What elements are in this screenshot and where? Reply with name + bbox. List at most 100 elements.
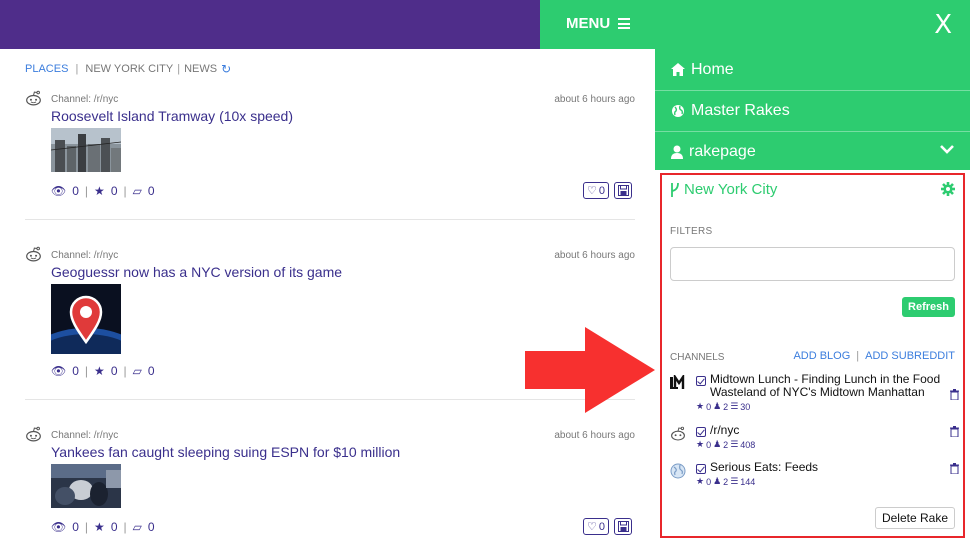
channel-item: Midtown Lunch - Finding Lunch in the Foo…: [670, 373, 959, 415]
channel-name[interactable]: /r/nyc: [710, 424, 950, 437]
add-links-separator: |: [856, 350, 860, 362]
post-title[interactable]: Yankees fan caught sleeping suing ESPN f…: [51, 444, 400, 460]
breadcrumb-city[interactable]: NEW YORK CITY: [85, 63, 173, 75]
breadcrumb-separator: |: [72, 63, 82, 75]
stats-divider: |: [123, 364, 127, 378]
share-icon: ▱: [132, 184, 142, 198]
post-item: Channel: /r/nyc about 6 hours ago Roosev…: [25, 90, 635, 205]
post-time: about 6 hours ago: [554, 430, 635, 441]
channel-checkbox[interactable]: [696, 464, 706, 474]
trash-icon[interactable]: [950, 463, 959, 474]
users-count: 2: [723, 401, 729, 412]
globe-icon: [672, 105, 684, 117]
items-count: 408: [740, 439, 756, 450]
channel-name[interactable]: Serious Eats: Feeds: [710, 461, 950, 474]
share-icon: ▱: [132, 520, 142, 534]
trash-icon[interactable]: [950, 426, 959, 437]
hamburger-icon: [618, 18, 631, 29]
floppy-icon: [617, 521, 629, 532]
user-icon: [671, 145, 683, 159]
stats-divider: |: [123, 184, 127, 198]
stats-divider: |: [84, 364, 89, 378]
gear-icon[interactable]: [941, 182, 955, 196]
post-stats: 👁︎ 0 | ★ 0 | ▱ 0: [51, 520, 155, 534]
add-blog-link[interactable]: ADD BLOG: [793, 350, 850, 362]
stars-count: 0: [706, 439, 712, 450]
likes-count: 0: [598, 184, 605, 197]
post-thumbnail[interactable]: [51, 284, 121, 354]
reddit-icon: [26, 90, 41, 106]
nav-home[interactable]: Home: [655, 49, 970, 90]
share-icon: ▱: [132, 364, 142, 378]
channel-name[interactable]: Midtown Lunch - Finding Lunch in the Foo…: [710, 373, 950, 399]
shares-count: 0: [147, 364, 155, 378]
post-stats: 👁︎ 0 | ★ 0 | ▱ 0: [51, 184, 155, 198]
users-icon: ♟: [713, 439, 722, 449]
channel-checkbox[interactable]: [696, 376, 706, 386]
stats-divider: |: [84, 520, 89, 534]
post-title[interactable]: Geoguessr now has a NYC version of its g…: [51, 264, 342, 280]
channel-stats: ★ 0 ♟ 2 ☰ 30: [696, 401, 750, 412]
post-thumbnail[interactable]: [51, 128, 121, 172]
list-icon: ☰: [730, 439, 739, 449]
eye-icon: 👁︎: [51, 184, 67, 198]
rake-title-label: New York City: [684, 181, 778, 198]
post-channel: Channel: /r/nyc: [51, 94, 119, 105]
channel-stats: ★ 0 ♟ 2 ☰ 144: [696, 476, 755, 487]
like-button[interactable]: ♡ 0: [583, 518, 609, 535]
chevron-down-icon[interactable]: [940, 144, 954, 154]
red-arrow-annotation: [525, 327, 655, 413]
nav-home-label: Home: [691, 60, 734, 78]
nav-master-rakes-label: Master Rakes: [691, 102, 790, 119]
menu-bar: MENU X: [540, 0, 970, 49]
users-count: 2: [723, 439, 729, 450]
save-button[interactable]: [614, 182, 632, 199]
delete-rake-button[interactable]: Delete Rake: [874, 507, 955, 529]
refresh-button[interactable]: Refresh: [902, 297, 955, 317]
post-time: about 6 hours ago: [554, 250, 635, 261]
breadcrumb: PLACES | NEW YORK CITY | NEWS ↻: [25, 62, 231, 76]
post-time: about 6 hours ago: [554, 94, 635, 105]
channel-item: /r/nyc ★ 0 ♟ 2 ☰ 408: [670, 424, 959, 454]
nav-panel: Home Master Rakes rakepage: [655, 49, 970, 170]
post-title[interactable]: Roosevelt Island Tramway (10x speed): [51, 108, 293, 124]
star-icon: ★: [94, 520, 105, 534]
nav-rakepage[interactable]: rakepage: [655, 131, 970, 172]
items-count: 30: [740, 401, 751, 412]
reddit-icon: [671, 426, 685, 441]
heart-icon: ♡: [587, 521, 597, 533]
trash-icon[interactable]: [950, 389, 959, 400]
rake-panel: New York City FILTERS Refresh CHANNELS A…: [660, 173, 965, 538]
refresh-icon[interactable]: ↻: [221, 62, 231, 76]
shares-count: 0: [147, 184, 155, 198]
floppy-icon: [617, 185, 629, 196]
post-thumbnail[interactable]: [51, 464, 121, 508]
star-icon: ★: [94, 364, 105, 378]
menu-button[interactable]: MENU: [566, 15, 631, 32]
likes-count: 0: [598, 520, 605, 533]
close-button[interactable]: X: [934, 10, 952, 40]
star-icon: ★: [696, 476, 705, 486]
users-icon: ♟: [713, 401, 722, 411]
star-icon: ★: [94, 184, 105, 198]
like-button[interactable]: ♡ 0: [583, 182, 609, 199]
save-button[interactable]: [614, 518, 632, 535]
channels-label: CHANNELS: [670, 352, 725, 363]
star-icon: ★: [696, 439, 705, 449]
breadcrumb-places[interactable]: PLACES: [25, 63, 68, 75]
filters-input[interactable]: [670, 247, 955, 281]
stats-divider: |: [123, 520, 127, 534]
breadcrumb-news[interactable]: NEWS: [184, 63, 217, 75]
stars-count: 0: [706, 476, 712, 487]
rake-title: New York City: [670, 181, 777, 198]
nav-master-rakes[interactable]: Master Rakes: [655, 90, 970, 131]
post-item: Channel: /r/nyc about 6 hours ago Yankee…: [25, 426, 635, 541]
midtown-lunch-logo-icon: [670, 375, 685, 389]
add-subreddit-link[interactable]: ADD SUBREDDIT: [865, 350, 955, 362]
divider: [25, 219, 635, 220]
post-stats: 👁︎ 0 | ★ 0 | ▱ 0: [51, 364, 155, 378]
channel-checkbox[interactable]: [696, 427, 706, 437]
views-count: 0: [72, 364, 79, 378]
globe-icon: [670, 463, 686, 479]
eye-icon: 👁︎: [51, 520, 67, 534]
